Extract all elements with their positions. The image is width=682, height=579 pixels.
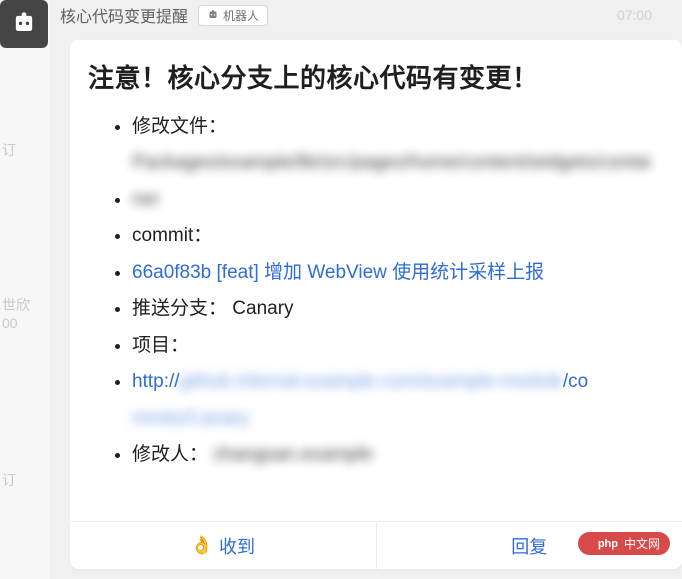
blurred-url: github.internal.example.com/example-modu… bbox=[180, 364, 563, 400]
blurred-url-2: mmits/Canary bbox=[132, 401, 249, 437]
list-item-modified-files-label: 修改文件： bbox=[132, 109, 660, 145]
sidebar-hint: 00 bbox=[2, 315, 18, 331]
list-item-commit-label: commit： bbox=[132, 218, 660, 254]
list-item-modified-files: Packages/example/lib/src/pages/home/cont… bbox=[132, 145, 660, 218]
watermark-badge: 中文网 bbox=[578, 532, 670, 555]
detail-list: 修改文件： Packages/example/lib/src/pages/hom… bbox=[88, 109, 660, 474]
reply-label: 回复 bbox=[511, 533, 547, 559]
project-url-prefix[interactable]: http:// bbox=[132, 371, 180, 392]
alert-title: 注意！核心分支上的核心代码有变更！ bbox=[88, 58, 660, 95]
list-item-commit-link[interactable]: 66a0f83b [feat] 增加 WebView 使用统计采样上报 bbox=[132, 255, 660, 291]
push-branch-label: 推送分支： bbox=[132, 298, 227, 319]
sidebar-hint: 世欣 bbox=[2, 295, 30, 315]
bot-avatar bbox=[0, 0, 48, 48]
blurred-filepath: Packages/example/lib/src/pages/home/cont… bbox=[132, 145, 660, 218]
commit-link[interactable]: 66a0f83b [feat] 增加 WebView 使用统计采样上报 bbox=[132, 262, 544, 283]
card-content: 注意！核心分支上的核心代码有变更！ 修改文件： Packages/example… bbox=[70, 40, 682, 521]
list-item-push-branch: 推送分支： Canary bbox=[132, 291, 660, 327]
modifier-label: 修改人： bbox=[132, 444, 208, 465]
sender-name: 核心代码变更提醒 bbox=[60, 3, 188, 27]
ok-hand-icon: 👌 bbox=[191, 535, 213, 556]
sidebar-hint: 订 bbox=[2, 470, 16, 490]
received-button[interactable]: 👌 收到 bbox=[70, 522, 377, 569]
list-item-modifier: 修改人： zhangsan.example bbox=[132, 437, 660, 473]
blurred-modifier: zhangsan.example bbox=[213, 437, 373, 473]
project-url-mid[interactable]: /co bbox=[563, 371, 588, 392]
sidebar-hint: 订 bbox=[2, 140, 16, 160]
list-item-project-url[interactable]: http://github.internal.example.com/examp… bbox=[132, 364, 660, 437]
bot-tag: 机器人 bbox=[198, 5, 268, 26]
timestamp: 07:00 bbox=[617, 7, 652, 23]
bot-tag-label: 机器人 bbox=[223, 7, 259, 24]
received-label: 收到 bbox=[219, 533, 255, 559]
push-branch-value: Canary bbox=[232, 298, 293, 319]
list-item-project-label: 项目： bbox=[132, 328, 660, 364]
robot-icon bbox=[10, 10, 38, 38]
message-header: 核心代码变更提醒 机器人 07:00 bbox=[60, 0, 682, 30]
watermark-text: 中文网 bbox=[624, 535, 660, 552]
notification-card: 注意！核心分支上的核心代码有变更！ 修改文件： Packages/example… bbox=[70, 40, 682, 569]
sidebar-background bbox=[0, 0, 50, 579]
robot-icon bbox=[207, 9, 219, 21]
